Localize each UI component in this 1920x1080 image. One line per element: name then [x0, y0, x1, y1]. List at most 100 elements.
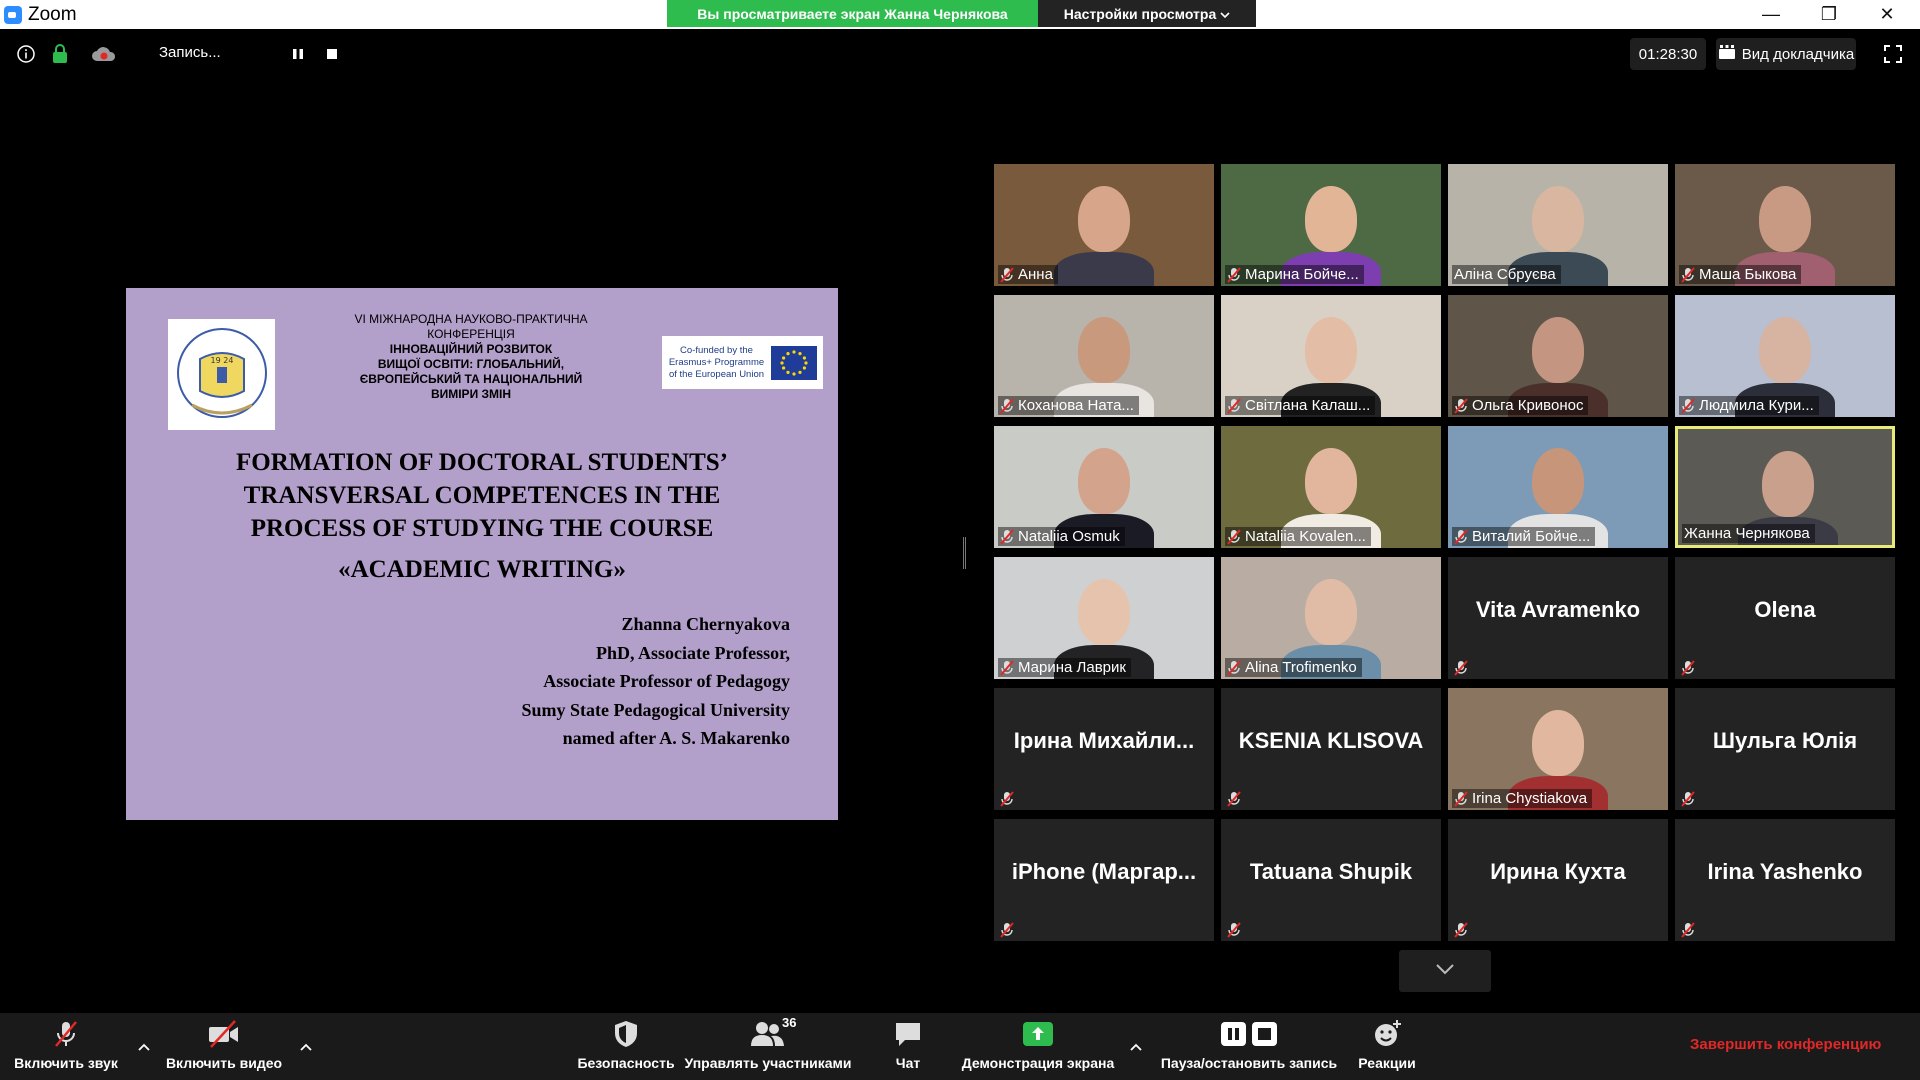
- panel-splitter-handle[interactable]: [963, 537, 966, 569]
- title-bar: Zoom Вы просматриваете экран Жанна Черня…: [0, 0, 1920, 29]
- participant-name: iPhone (Маргар...: [1011, 859, 1197, 884]
- participant-tile[interactable]: Nataliia Osmuk: [994, 426, 1214, 548]
- participant-tile[interactable]: Irina Yashenko: [1675, 819, 1895, 941]
- participant-tile[interactable]: Жанна Чернякова: [1675, 426, 1895, 548]
- participant-name-bar: Коханова Ната...: [998, 396, 1139, 415]
- zoom-logo-icon: [4, 6, 22, 24]
- participant-tile[interactable]: Коханова Ната...: [994, 295, 1214, 417]
- video-options-caret[interactable]: [298, 1039, 314, 1055]
- conference-line1: VI МІЖНАРОДНА НАУКОВО-ПРАКТИЧНА: [354, 312, 588, 326]
- view-options-label: Настройки просмотра: [1063, 5, 1217, 22]
- restore-button[interactable]: ❐: [1800, 0, 1858, 29]
- participant-tile[interactable]: Ирина Кухта: [1448, 819, 1668, 941]
- participant-tile[interactable]: Ольга Кривонос: [1448, 295, 1668, 417]
- speaker-view-icon: [1718, 44, 1736, 64]
- gallery-scroll-down-button[interactable]: [1399, 950, 1491, 992]
- participant-name: Irina Yashenko: [1707, 859, 1863, 884]
- minimize-icon: —: [1762, 4, 1780, 24]
- participant-name: Ольга Кривонос: [1472, 397, 1584, 414]
- lock-icon[interactable]: [49, 43, 71, 65]
- speaker-view-button[interactable]: Вид докладчика: [1716, 38, 1856, 70]
- erasmus-logo: Co-funded by the Erasmus+ Programme of t…: [662, 336, 823, 389]
- participant-name: Анна: [1018, 266, 1053, 283]
- participant-tile[interactable]: Марина Лаврик: [994, 557, 1214, 679]
- participant-name: Alina Trofimenko: [1245, 659, 1357, 676]
- participant-tile[interactable]: Шульга Юлія: [1675, 688, 1895, 810]
- restore-icon: ❐: [1820, 4, 1838, 24]
- mic-muted-icon: [1227, 921, 1241, 938]
- participant-name: Аліна Сбруєва: [1454, 266, 1556, 283]
- participant-name: Світлана Калаш...: [1245, 397, 1371, 414]
- end-meeting-button[interactable]: Завершить конференцию: [1690, 1036, 1881, 1053]
- chat-button[interactable]: Чат: [880, 1019, 936, 1077]
- cloud-recording-icon[interactable]: [90, 43, 118, 65]
- pause-stop-recording-button[interactable]: Пауза/остановить запись: [1156, 1019, 1342, 1077]
- slide-subtitle: «ACADEMIC WRITING»: [338, 556, 626, 583]
- participant-tile[interactable]: Irina Chystiakova: [1448, 688, 1668, 810]
- participant-name: Жанна Чернякова: [1684, 525, 1810, 542]
- pause-recording-icon[interactable]: [287, 43, 309, 65]
- participant-tile[interactable]: Світлана Калаш...: [1221, 295, 1441, 417]
- participant-tile[interactable]: Аліна Сбруєва: [1448, 164, 1668, 286]
- chevron-down-icon: [1435, 962, 1455, 980]
- participant-tile[interactable]: Марина Бойче...: [1221, 164, 1441, 286]
- pause-stop-recording-label: Пауза/остановить запись: [1160, 1055, 1338, 1071]
- slide-author-block: Zhanna Chernyakova PhD, Associate Profes…: [522, 610, 790, 753]
- mic-muted-icon: [1454, 528, 1468, 545]
- stop-recording-icon[interactable]: [321, 43, 343, 65]
- participant-name-bar: Людмила Кури...: [1679, 396, 1819, 415]
- mic-muted-icon: [1000, 790, 1014, 807]
- start-video-button[interactable]: Включить видео: [166, 1019, 282, 1077]
- app-title: Zoom: [4, 4, 77, 26]
- participant-name: Vita Avramenko: [1475, 597, 1641, 622]
- participant-tile[interactable]: Nataliia Kovalen...: [1221, 426, 1441, 548]
- meeting-timer: 01:28:30: [1630, 38, 1706, 70]
- manage-participants-button[interactable]: 36 Управлять участниками: [684, 1015, 852, 1077]
- participant-tile[interactable]: Olena: [1675, 557, 1895, 679]
- view-options-button[interactable]: Настройки просмотра: [1038, 0, 1256, 27]
- share-screen-icon: [1022, 1019, 1054, 1049]
- conference-title4: ВИМІРИ ЗМІН: [430, 387, 512, 401]
- participant-tile[interactable]: Маша Быкова: [1675, 164, 1895, 286]
- author-university-1: Sumy State Pedagogical University: [521, 699, 790, 720]
- mic-muted-icon: [1681, 397, 1695, 414]
- close-button[interactable]: ✕: [1858, 0, 1916, 29]
- mic-muted-icon: [1681, 790, 1695, 807]
- share-screen-label: Демонстрация экрана: [961, 1055, 1115, 1071]
- participant-name-bar: Ольга Кривонос: [1452, 396, 1589, 415]
- mic-muted-icon: [1227, 528, 1241, 545]
- participant-tile[interactable]: KSENIA KLISOVA: [1221, 688, 1441, 810]
- security-button[interactable]: Безопасность: [577, 1019, 675, 1077]
- participant-tile[interactable]: Ірина Михайли...: [994, 688, 1214, 810]
- share-options-caret[interactable]: [1128, 1039, 1144, 1055]
- fullscreen-icon[interactable]: [1882, 43, 1904, 65]
- participant-status-bar: [998, 789, 1019, 808]
- eu-line3: of the European Union: [668, 368, 765, 380]
- participant-tile[interactable]: Alina Trofimenko: [1221, 557, 1441, 679]
- participant-name: Коханова Ната...: [1018, 397, 1134, 414]
- participant-tile[interactable]: iPhone (Маргар...: [994, 819, 1214, 941]
- speaker-view-label: Вид докладчика: [1741, 45, 1855, 63]
- mic-muted-icon: [1000, 528, 1014, 545]
- mic-muted-icon: [1681, 266, 1695, 283]
- share-screen-button[interactable]: Демонстрация экрана: [958, 1019, 1118, 1077]
- unmute-button[interactable]: Включить звук: [10, 1019, 122, 1077]
- participant-name-bar: Марина Бойче...: [1225, 265, 1364, 284]
- author-degree: PhD, Associate Professor,: [596, 642, 790, 663]
- security-label: Безопасность: [577, 1055, 675, 1071]
- participant-name: Tatuana Shupik: [1249, 859, 1413, 884]
- reactions-button[interactable]: Реакции: [1352, 1019, 1422, 1077]
- participant-name: Марина Лаврик: [1018, 659, 1126, 676]
- app-name: Zoom: [28, 4, 77, 25]
- participant-tile[interactable]: Vita Avramenko: [1448, 557, 1668, 679]
- participant-tile[interactable]: Людмила Кури...: [1675, 295, 1895, 417]
- audio-options-caret[interactable]: [136, 1039, 152, 1055]
- participant-name: Ирина Кухта: [1490, 859, 1626, 884]
- participant-name-bar: Маша Быкова: [1679, 265, 1802, 284]
- participant-name: Irina Chystiakova: [1472, 790, 1588, 807]
- participant-tile[interactable]: Tatuana Shupik: [1221, 819, 1441, 941]
- participant-tile[interactable]: Виталий Бойче...: [1448, 426, 1668, 548]
- minimize-button[interactable]: —: [1742, 0, 1800, 29]
- info-icon[interactable]: [15, 43, 37, 65]
- participant-tile[interactable]: Анна: [994, 164, 1214, 286]
